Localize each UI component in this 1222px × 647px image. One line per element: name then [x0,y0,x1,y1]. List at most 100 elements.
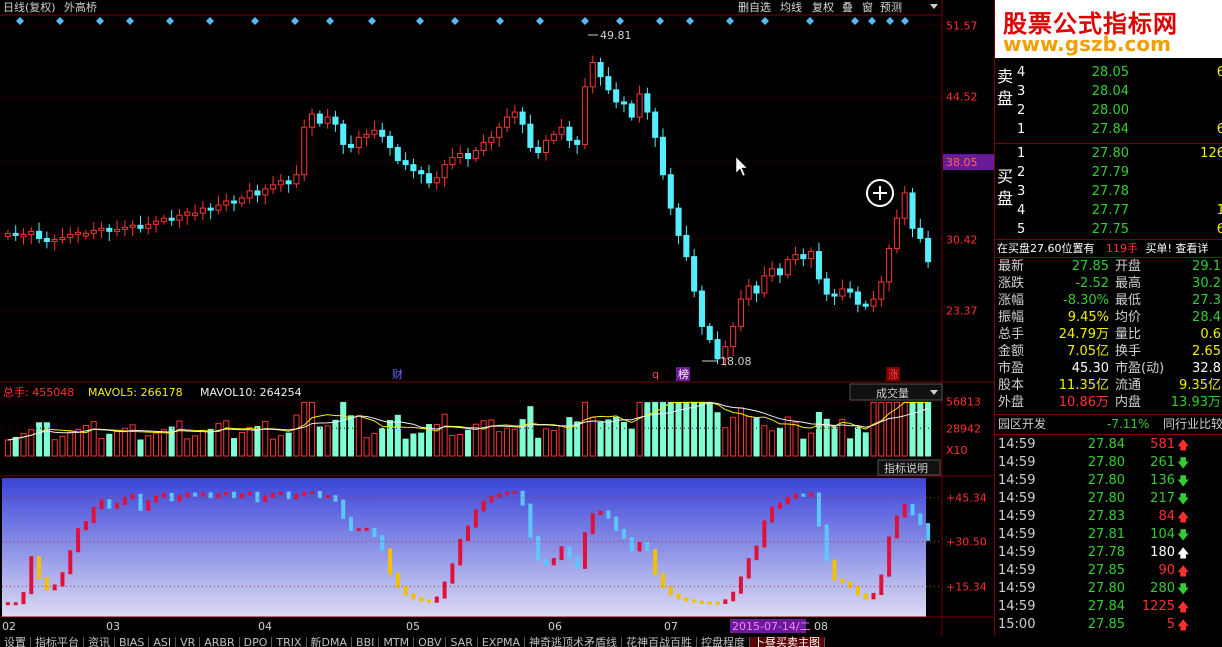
buy-row[interactable]: 4 27.77 1 [1015,202,1222,220]
date-tick-label: 02 [2,620,16,633]
indicator-tab[interactable]: ASI [149,637,177,647]
price-tick-label: 38.05 [946,156,978,169]
indicator-tab[interactable]: SAR [446,637,478,647]
indicator-bar [115,502,120,509]
buy-row[interactable]: 3 27.78 [1015,183,1222,201]
candle-body [566,126,573,141]
trade-price: 27.80 [1087,491,1125,506]
indicator-tab[interactable]: TRIX [272,637,307,647]
sell-row[interactable]: 2 28.00 [1015,102,1222,120]
sell-row[interactable]: 3 28.04 [1015,83,1222,101]
indicator-bar-bottom [848,581,853,589]
period-label[interactable]: 日线(复权) [3,0,56,14]
volume-bar [566,417,573,457]
volume-bar [503,427,511,457]
sell-row[interactable]: 1 27.84 6 [1015,121,1222,139]
event-marker-q[interactable]: q [652,368,659,381]
candle-body [597,62,604,78]
order-notice[interactable]: 在买盘27.60位置有 119手 买单! 查看详 [997,241,1222,257]
indicator-help-label: 指标说明 [884,461,928,475]
indicator-bar [738,576,743,594]
volume-bar [410,433,417,457]
sector-compare-link[interactable]: 同行业比较 [1163,416,1222,433]
toolbar-button-1[interactable]: 均线 [780,0,802,14]
indicator-bar [341,499,346,519]
indicator-tab[interactable]: 新DMA [307,637,353,647]
indicator-bar [473,509,478,528]
indicator-bar [450,563,455,584]
volume-bar [745,415,752,457]
volume-bar [722,427,729,457]
indicator-bar [637,541,642,552]
indicator-tab[interactable]: EXPMA [478,637,525,647]
toolbar-button-0[interactable]: 删自选 [738,1,771,14]
event-marker-cai[interactable]: 财 [392,367,403,381]
indicator-tab[interactable]: ARBR [200,637,240,647]
volume-bar [527,406,534,457]
toolbar-button-2[interactable]: 复权 [812,0,834,14]
event-marker-zhang[interactable]: 涨 [888,368,899,381]
indicator-tab[interactable]: 卜昼买卖主图 [749,637,825,647]
buy-row[interactable]: 2 27.79 [1015,164,1222,182]
sector-row[interactable]: 园区开发 -7.11% 同行业比较 [995,416,1222,433]
indicator-bar-bottom [699,600,704,604]
indicator-bar [621,528,626,539]
sell-row[interactable]: 4 28.05 6 [1015,64,1222,82]
toolbar-button-5[interactable]: 预测 [880,1,902,14]
candle-body [925,237,932,263]
quote-panel: 股票公式指标网 www.gszb.com 卖盘 428.056328.04228… [994,0,1222,635]
indicator-bar [154,495,159,503]
volume-bar [808,432,815,457]
candle-body [675,207,682,236]
quote-key: 总手 [998,327,1025,342]
indicator-tab[interactable]: VR [176,637,201,647]
volume-bar [909,401,916,457]
toolbar-button-4[interactable]: 窗 [862,0,873,14]
kline-chart[interactable]: 51.57 44.52 38.05 30.42 23.37 02 03 04 05 06 07 20… [0,0,994,635]
volume-bar [347,415,355,457]
volume-bar [90,421,97,457]
indicator-bar [871,592,876,600]
trade-volume: 581 [1150,437,1175,452]
buy-row[interactable]: 5 27.75 6 [1015,221,1222,239]
arrow-down-icon: 🡇 [1177,582,1190,596]
trade-row: 14:59 27.84 581 🡅 [995,436,1222,454]
trade-price: 27.85 [1087,563,1125,578]
indicator-bar [902,503,907,518]
indicator-tab[interactable]: 资讯 [84,637,115,647]
volume-bar [207,428,214,457]
candle-body [847,288,854,293]
indicator-tab[interactable]: MTM [379,637,415,647]
candle-body [293,174,300,185]
notice-link[interactable]: 买单! 查看详 [1146,242,1209,255]
indicator-tab[interactable]: 指标平台 [31,637,84,647]
volume-bar [308,401,316,457]
toolbar-button-3[interactable]: 叠 [842,1,853,14]
sector-name[interactable]: 园区开发 [998,416,1046,433]
candle-body [511,111,518,118]
quote-value: 13.93万 [1170,395,1221,410]
candle-body [457,153,464,159]
indicator-tab[interactable]: 神奇逃顶术矛盾线 [525,637,622,647]
quote-key: 最新 [998,259,1025,274]
date-tick-label: 05 [406,620,420,633]
buy-level: 1 [1017,146,1026,161]
indicator-tab[interactable]: BIAS [115,637,150,647]
volume-bar [691,401,698,457]
volume-bar [402,438,409,457]
indicator-tab[interactable]: 设置 [0,637,31,647]
candle-body [363,133,370,138]
event-marker-bang[interactable]: 榜 [678,367,689,381]
indicator-tab[interactable]: 控盘程度 [697,637,750,647]
indicator-tab[interactable]: OBV [414,637,447,647]
indicator-bar [512,490,517,494]
candle-body [145,223,152,229]
indicator-tab[interactable]: 花神百战百胜 [622,637,697,647]
candle-body [784,259,791,276]
trade-price: 27.84 [1087,437,1125,452]
buy-row[interactable]: 1 27.80 126 [1015,145,1222,163]
quote-row: 涨跌 -2.52 最高 30.2 [995,276,1222,292]
price-tick-label: 30.42 [946,233,978,246]
indicator-tab[interactable]: DPO [240,637,273,647]
indicator-tab[interactable]: BBI [352,637,380,647]
